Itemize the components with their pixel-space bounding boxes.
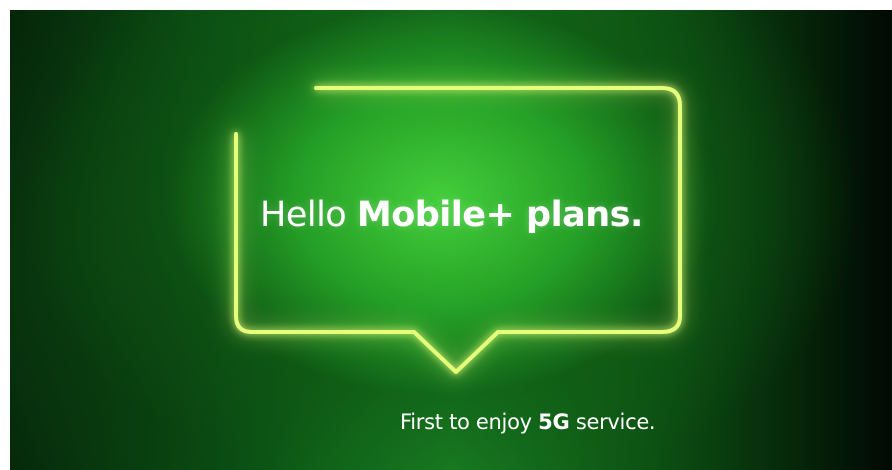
tagline-bold: 5G <box>538 410 570 434</box>
promo-banner[interactable]: Hello Mobile+ plans. First to enjoy 5G s… <box>10 10 892 470</box>
headline-bold: Mobile+ plans. <box>356 195 643 235</box>
tagline-suffix: service. <box>575 410 656 434</box>
speech-bubble-outline <box>234 86 682 374</box>
tagline-prefix: First to enjoy <box>400 410 532 434</box>
tagline: First to enjoy 5G service. <box>400 410 656 434</box>
headline: Hello Mobile+ plans. <box>260 195 680 235</box>
headline-prefix: Hello <box>260 195 347 235</box>
